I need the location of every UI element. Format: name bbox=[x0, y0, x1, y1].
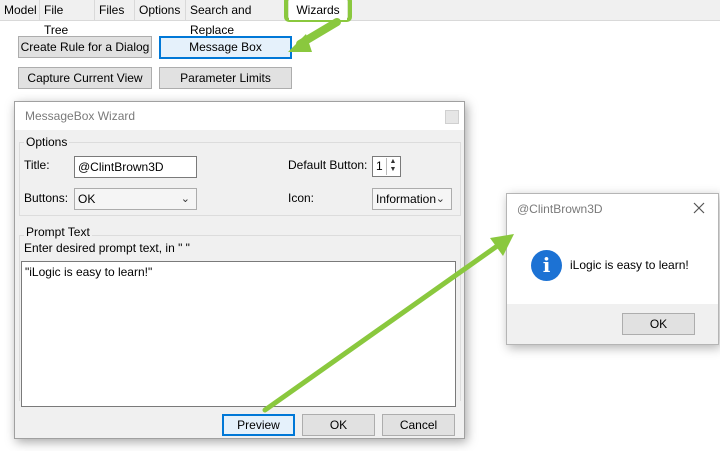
dialog-ok-button[interactable]: OK bbox=[302, 414, 375, 436]
title-input[interactable]: @ClintBrown3D bbox=[74, 156, 197, 178]
buttons-dropdown-value: OK bbox=[78, 192, 96, 206]
default-button-label: Default Button: bbox=[288, 158, 368, 172]
dialog-cancel-button[interactable]: Cancel bbox=[382, 414, 455, 436]
arrow-to-message-box-button bbox=[288, 18, 341, 52]
message-box-text: iLogic is easy to learn! bbox=[570, 258, 689, 272]
tab-search-and-replace[interactable]: Search and Replace bbox=[186, 0, 290, 37]
icon-label: Icon: bbox=[288, 191, 315, 205]
parameter-limits-button[interactable]: Parameter Limits bbox=[159, 67, 292, 89]
message-box-preview: @ClintBrown3D i iLogic is easy to learn!… bbox=[506, 193, 719, 345]
prompt-instruction: Enter desired prompt text, in " " bbox=[24, 241, 190, 255]
default-button-value: 1 bbox=[376, 159, 383, 173]
dialog-close-button[interactable] bbox=[445, 110, 459, 124]
chevron-down-icon: ⌄ bbox=[180, 193, 190, 205]
information-icon: i bbox=[531, 250, 562, 281]
title-label: Title: bbox=[24, 158, 50, 172]
messagebox-wizard-dialog: MessageBox Wizard Options Title: @ClintB… bbox=[14, 101, 465, 439]
buttons-dropdown[interactable]: OK ⌄ bbox=[74, 188, 197, 210]
message-box-close-icon[interactable] bbox=[690, 199, 708, 217]
tab-model[interactable]: Model bbox=[0, 0, 40, 20]
spin-arrows-icon[interactable]: ▲ ▼ bbox=[386, 158, 399, 175]
tab-files[interactable]: Files bbox=[95, 0, 135, 20]
chevron-down-icon: ⌄ bbox=[435, 193, 445, 205]
tab-file-tree[interactable]: File Tree bbox=[40, 0, 95, 37]
message-box-ok-button[interactable]: OK bbox=[622, 313, 695, 335]
tab-wizards[interactable]: Wizards bbox=[289, 0, 347, 20]
capture-current-view-button[interactable]: Capture Current View bbox=[18, 67, 152, 89]
preview-button[interactable]: Preview bbox=[222, 414, 295, 436]
tab-options[interactable]: Options bbox=[135, 0, 186, 20]
tab-strip: Model File Tree Files Options Search and… bbox=[0, 0, 720, 37]
create-rule-for-dialog-button[interactable]: Create Rule for a Dialog bbox=[18, 36, 152, 58]
icon-dropdown-value: Information bbox=[376, 192, 437, 206]
message-box-button[interactable]: Message Box bbox=[159, 36, 292, 59]
dialog-title: MessageBox Wizard bbox=[25, 109, 136, 123]
default-button-stepper[interactable]: 1 ▲ ▼ bbox=[372, 156, 401, 177]
prompt-textarea[interactable]: "iLogic is easy to learn!" bbox=[21, 261, 456, 407]
prompt-text-group-label: Prompt Text bbox=[24, 225, 92, 239]
options-group-label: Options bbox=[24, 135, 70, 149]
message-box-title: @ClintBrown3D bbox=[517, 202, 603, 216]
buttons-label: Buttons: bbox=[24, 191, 69, 205]
icon-dropdown[interactable]: Information ⌄ bbox=[372, 188, 452, 210]
